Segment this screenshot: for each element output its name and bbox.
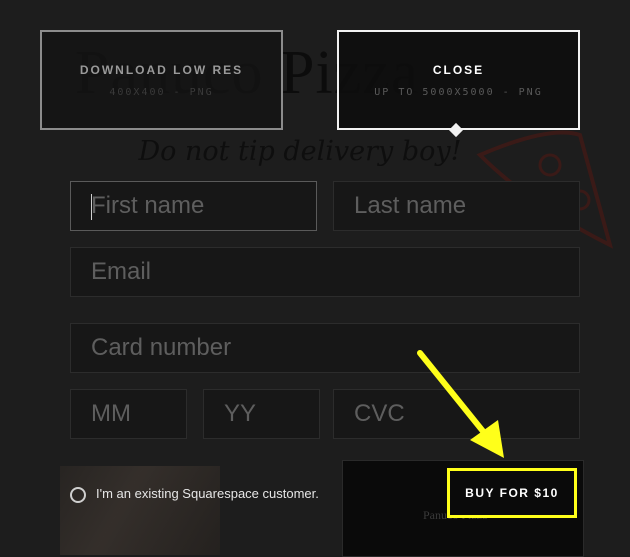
high-res-title: CLOSE: [432, 63, 485, 77]
yy-placeholder: YY: [224, 400, 257, 427]
buy-button[interactable]: BUY FOR $10: [447, 468, 577, 518]
high-res-subtitle: UP TO 5000X5000 - PNG: [374, 87, 543, 98]
mm-placeholder: MM: [91, 400, 131, 427]
download-low-res-option[interactable]: DOWNLOAD LOW RES 400X400 - PNG: [40, 30, 283, 130]
cvc-placeholder: CVC: [354, 400, 405, 427]
last-name-field[interactable]: Last name: [333, 181, 580, 231]
first-name-placeholder: First name: [91, 192, 205, 219]
arrow-annotation-icon: [417, 350, 504, 458]
high-res-option[interactable]: CLOSE UP TO 5000X5000 - PNG: [337, 30, 580, 130]
email-field[interactable]: Email: [70, 247, 580, 297]
background-photo: [60, 466, 220, 555]
text-caret: [91, 194, 92, 220]
email-placeholder: Email: [91, 258, 152, 285]
low-res-subtitle: 400X400 - PNG: [109, 87, 214, 98]
first-name-field[interactable]: First name: [70, 181, 317, 231]
last-name-placeholder: Last name: [354, 192, 467, 219]
expiry-year-field[interactable]: YY: [203, 389, 320, 439]
low-res-title: DOWNLOAD LOW RES: [79, 63, 244, 77]
existing-customer-radio[interactable]: [70, 487, 86, 503]
card-number-placeholder: Card number: [91, 334, 232, 361]
expiry-month-field[interactable]: MM: [70, 389, 187, 439]
existing-customer-label[interactable]: I'm an existing Squarespace customer.: [96, 486, 319, 501]
